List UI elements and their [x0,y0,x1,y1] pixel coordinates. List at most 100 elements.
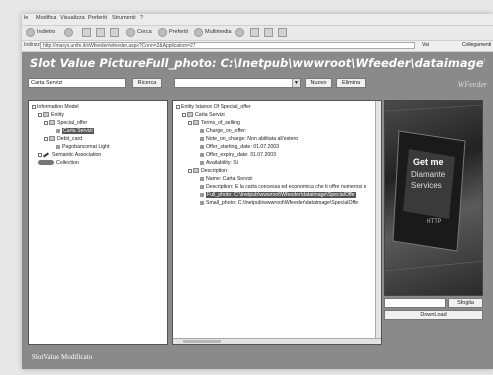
expand-icon[interactable] [38,152,42,157]
browser-window: le Modifica Visualizza Preferiti Strumen… [22,14,493,369]
folder-icon [193,168,199,174]
tree-item[interactable]: Carta Servizi [182,112,225,118]
back-icon[interactable] [26,28,35,37]
photo-text-line3: Services [411,181,442,190]
tree-item-selected[interactable]: Carta Servizi [56,128,94,134]
mail-icon[interactable] [250,28,259,37]
collapse-icon[interactable] [44,120,48,125]
app-area: Slot Value PictureFull_photo: C:\Inetpub… [22,52,493,369]
tree-item[interactable]: Special_offer [44,120,87,126]
tree-item[interactable]: Offer_starting_date: 01.07.2003 [200,144,279,150]
refresh-icon[interactable] [96,28,105,37]
collapse-icon[interactable] [176,104,180,109]
elimina-button[interactable]: Elimina [336,78,366,88]
menu-preferiti[interactable]: Preferiti [88,15,107,21]
information-model-tree[interactable]: Information Model Entity Special_offer C… [28,100,168,345]
tree-item[interactable]: Availability: Si [200,160,238,166]
pencil-icon [42,152,50,158]
collection-icon [38,160,54,166]
tree-item[interactable]: Debit_card [44,136,82,142]
full-photo-preview: Get me Diamante Services HTTP [384,100,483,296]
tree-item-selected[interactable]: Full_photo: C:\Inetpub\wwwroot\Wfeeder\d… [200,192,356,198]
item-icon [200,152,204,157]
media-label[interactable]: Multimedia [205,29,232,35]
page-title: Slot Value PictureFull_photo: C:\Inetpub… [30,56,485,70]
file-path-input[interactable] [384,298,446,308]
vertical-scrollbar[interactable] [375,101,381,344]
item-icon [200,184,204,189]
item-icon [200,128,204,133]
collapse-icon[interactable] [188,120,192,125]
menu-strumenti[interactable]: Strumenti [112,15,136,21]
scrollbar-thumb[interactable] [183,340,221,343]
collapse-icon[interactable] [38,112,42,117]
collapse-icon[interactable] [44,136,48,141]
tree-item[interactable]: Semantic Association [38,152,101,158]
folder-icon [193,120,199,126]
folder-icon [43,112,49,118]
stop-icon[interactable] [82,28,91,37]
menu-visualizza[interactable]: Visualizza [60,15,85,21]
folder-icon [49,136,55,142]
history-icon[interactable] [235,28,244,37]
tree-item[interactable]: Entity [38,112,64,118]
collapse-icon[interactable] [182,112,186,117]
item-icon [200,192,204,197]
media-icon[interactable] [194,28,203,37]
forward-icon[interactable] [64,28,73,37]
menu-file[interactable]: le [24,15,28,21]
item-icon [56,128,60,133]
edit-icon[interactable] [278,28,287,37]
menu-help[interactable]: ? [140,15,143,21]
menu-modifica[interactable]: Modifica [36,15,56,21]
go-button[interactable]: Vai [422,42,429,48]
favorites-icon[interactable] [158,28,167,37]
tree-item[interactable]: Description: E la carta concessa ed econ… [200,184,366,190]
instance-detail-tree[interactable]: Entity Istance Of Special_offer Carta Se… [172,100,382,345]
tree-item[interactable]: Note_on_charge: Non abilitata all'estero [200,136,298,142]
browser-toolbar: Indietro Cerca Preferiti Multimedia [22,26,493,41]
address-bar: Indirizzo http://marys.unife.it/xWfeeder… [22,41,493,52]
entity-select[interactable]: ▼ [174,78,301,88]
back-label[interactable]: Indietro [37,29,55,35]
tree-item[interactable]: Pagobancomat Light [56,144,110,150]
tree-item[interactable]: Information Model [32,104,79,110]
photo-text-line2: Diamante [411,170,446,179]
ricerca-button[interactable]: Ricerca [132,78,162,88]
folder-icon [49,120,55,126]
folder-icon [187,112,193,118]
search-label[interactable]: Cerca [137,29,152,35]
print-icon[interactable] [264,28,273,37]
tree-item[interactable]: Collection [38,160,79,166]
download-button[interactable]: DownLoad [384,310,483,320]
tree-item[interactable]: Name: Carta Servizi [200,176,252,182]
nuovo-button[interactable]: Nuovo [305,78,332,88]
tree-item[interactable]: Terms_of_selling [188,120,240,126]
chevron-down-icon[interactable]: ▼ [292,79,300,87]
tree-item[interactable]: Small_photo: C:\Inetpub\wwwroot\Wfeeder\… [200,200,358,206]
horizontal-scrollbar[interactable] [173,338,381,344]
item-icon [200,200,204,205]
favorites-label[interactable]: Preferiti [169,29,188,35]
collapse-icon[interactable] [32,104,36,109]
item-icon [200,176,204,181]
menu-bar: le Modifica Visualizza Preferiti Strumen… [22,14,493,26]
tree-item[interactable]: Offer_expiry_date: 31.07.2003 [200,152,276,158]
tree-item[interactable]: Charge_on_offer: [200,128,246,134]
search-input[interactable]: Carta Servizi [28,78,126,88]
wfeeder-logo: WFeeder [457,80,487,89]
tree-item[interactable]: Entity Istance Of Special_offer [176,104,251,110]
item-icon [200,144,204,149]
home-icon[interactable] [110,28,119,37]
links-label[interactable]: Collegamenti [462,42,491,48]
photo-graphic: Get me Diamante Services HTTP [385,104,482,272]
item-icon [56,144,60,149]
tree-item[interactable]: Description [188,168,227,174]
sfoglia-button[interactable]: Sfoglia [448,298,483,308]
search-icon[interactable] [126,28,135,37]
item-icon [200,136,204,141]
address-input[interactable]: http://marys.unife.it/xWfeeder/wfeeder.a… [40,42,415,49]
collapse-icon[interactable] [188,168,192,173]
photo-text-line1: Get me [413,157,444,167]
photo-text-tag: HTTP [427,218,442,225]
